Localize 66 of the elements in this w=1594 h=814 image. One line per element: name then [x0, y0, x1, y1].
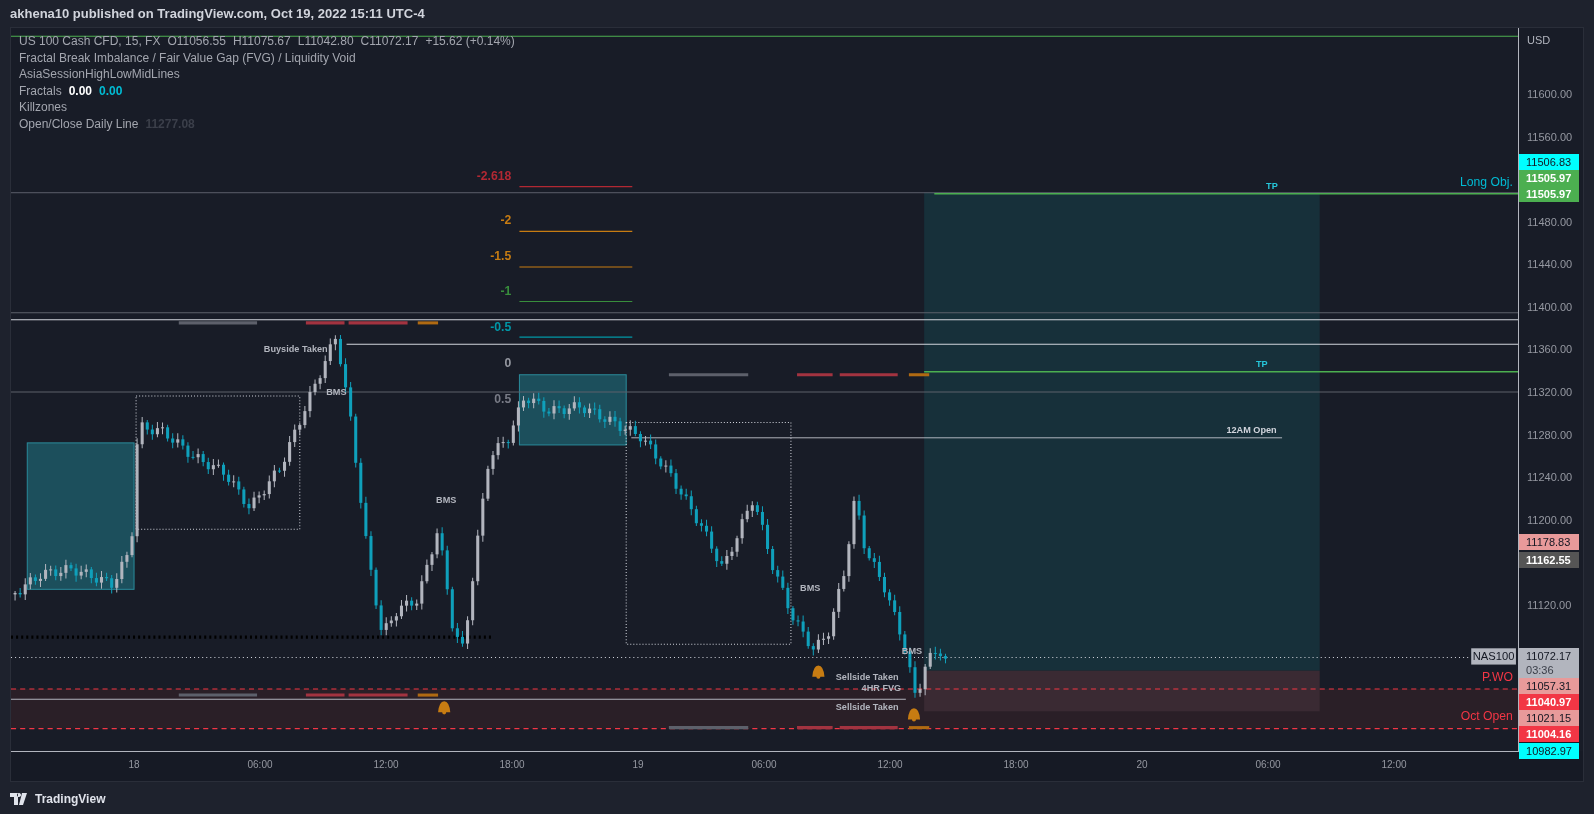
chart-annotation: Sellside Taken: [835, 671, 899, 682]
indicator-value: 0.00: [99, 82, 123, 100]
price-tick: 11320.00: [1527, 385, 1573, 399]
publish-info: akhena10 published on TradingView.com, Oct 19, 2022 15:11 UTC-4: [10, 6, 425, 21]
time-tick: 12:00: [373, 759, 399, 770]
time-tick: 06:00: [247, 759, 273, 770]
time-tick: 18: [128, 759, 140, 770]
indicator-name: Killzones: [19, 99, 68, 116]
chart-annotation: BMS: [800, 583, 821, 594]
level-label: Oct Open: [1460, 709, 1513, 724]
ohlc-value: H11075.67: [232, 33, 291, 50]
indicator-name: Fractal Break Imbalance / Fair Value Gap (FVG) / Liquidity Void: [19, 49, 356, 67]
price-label: 11505.97: [1519, 186, 1580, 203]
time-tick: 19: [632, 759, 644, 770]
time-tick: 06:00: [1255, 759, 1281, 770]
chart-annotation: BMS: [326, 387, 347, 398]
symbol-tag: NAS100: [1471, 648, 1516, 665]
time-tick: 20: [1136, 759, 1148, 770]
fib-level-label: -1.5: [490, 248, 512, 263]
price-tick: 11360.00: [1527, 342, 1573, 357]
level-label: P.WO: [1481, 669, 1513, 684]
indicator-name: AsiaSessionHighLowMidLines: [19, 66, 180, 83]
price-tick: 11240.00: [1527, 470, 1573, 485]
price-label: 11505.97: [1519, 170, 1580, 187]
brand-name: TradingView: [35, 792, 106, 806]
symbol-info: US 100 Cash CFD, 15, FX: [19, 33, 161, 50]
chart-annotation: Sellside Taken: [835, 702, 899, 713]
currency-label: USD: [1527, 34, 1551, 46]
fib-level-label: -0.5: [490, 320, 512, 335]
indicator-name: Fractals: [19, 82, 62, 100]
price-tick: 11480.00: [1527, 214, 1573, 229]
fib-level-label: 0.5: [494, 392, 512, 407]
level-label: Long Obj.: [1460, 174, 1513, 189]
ohlc-value: O11056.55: [167, 33, 226, 50]
time-tick: 12:00: [877, 759, 903, 770]
price-tick: 11400.00: [1527, 299, 1573, 314]
price-tick: 11440.00: [1527, 257, 1573, 272]
chart-annotation: TP: [1255, 358, 1268, 369]
price-tick: 11560.00: [1527, 129, 1573, 144]
price-tick: 11280.00: [1527, 427, 1573, 442]
price-label: 11072.17 03:36: [1519, 647, 1580, 678]
time-tick: 12:00: [1381, 759, 1407, 770]
price-label: 11506.83: [1519, 154, 1580, 171]
price-label: 10982.97: [1519, 742, 1580, 759]
price-label: 11178.83: [1519, 534, 1580, 551]
price-tick: 11120.00: [1527, 597, 1572, 612]
ohlc-value: +15.62 (+0.14%): [425, 33, 515, 50]
indicator-name: Open/Close Daily Line: [19, 115, 139, 133]
price-label: 11162.55: [1519, 551, 1580, 568]
ohlc-value: L11042.80: [297, 33, 354, 50]
fib-level-label: 0: [504, 355, 512, 370]
chart-annotation: Buyside Taken: [263, 344, 328, 355]
fib-level-label: -2.618: [476, 168, 512, 183]
chart-annotation: 12AM Open: [1226, 424, 1277, 435]
time-tick: 18:00: [499, 759, 525, 770]
ohlc-value: C11072.17: [360, 33, 419, 50]
chart-annotation: TP: [1266, 180, 1278, 191]
fib-level-label: -1: [500, 284, 512, 299]
fib-level-label: -2: [500, 213, 512, 228]
time-tick: 06:00: [751, 759, 777, 770]
time-tick: 18:00: [1003, 759, 1029, 770]
indicator-value: 0.00: [68, 82, 93, 100]
price-tick: 11600.00: [1527, 87, 1573, 101]
price-tick: 11200.00: [1527, 512, 1573, 527]
chart-annotation: 4HR FVG: [861, 683, 902, 693]
chart-annotation: BMS: [436, 494, 457, 505]
